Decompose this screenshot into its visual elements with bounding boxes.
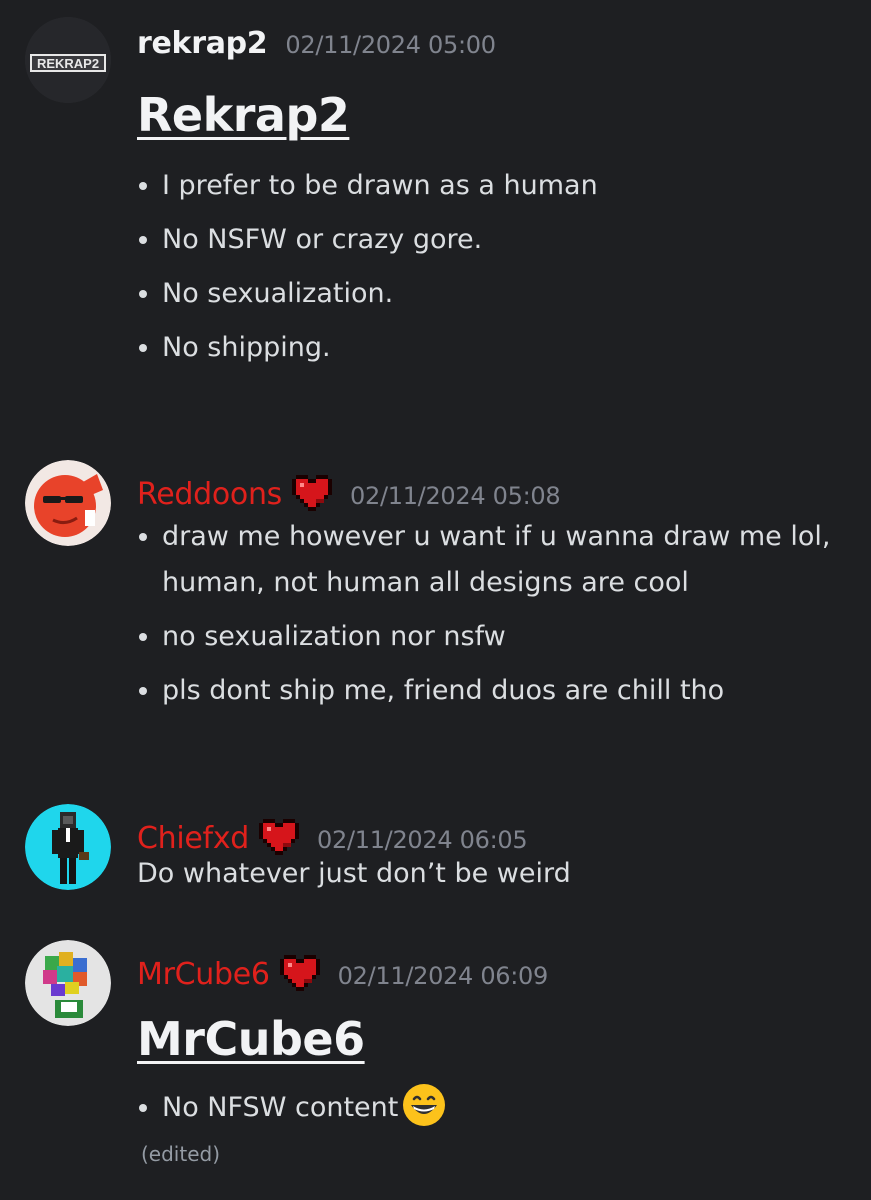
svg-text:REKRAP2: REKRAP2 — [37, 56, 99, 71]
timestamp: 02/11/2024 05:08 — [350, 482, 561, 510]
avatar[interactable] — [25, 804, 111, 890]
list-item-text: No NFSW content — [162, 1092, 399, 1123]
username[interactable]: Reddoons — [137, 477, 282, 512]
message-rekrap2: REKRAP2 rekrap2 02/11/2024 05:00 Rekrap2… — [0, 0, 871, 400]
pixel-heart-icon — [292, 475, 332, 511]
list-item: No NFSW content — [137, 1083, 837, 1131]
list-item: No sexualization. — [137, 271, 837, 317]
username[interactable]: rekrap2 — [137, 26, 268, 61]
list-item: pls dont ship me, friend duos are chill … — [137, 668, 847, 714]
username[interactable]: Chiefxd — [137, 821, 249, 856]
bullet-list: I prefer to be drawn as a human No NSFW … — [137, 163, 837, 371]
bullet-list: draw me however u want if u wanna draw m… — [137, 514, 847, 714]
list-item: I prefer to be drawn as a human — [137, 163, 837, 209]
timestamp: 02/11/2024 06:09 — [337, 962, 549, 990]
message-text: Do whatever just don’t be weird — [137, 858, 571, 889]
list-item: No shipping. — [137, 325, 837, 371]
pixel-heart-icon — [259, 819, 300, 855]
bullet-list: No NFSW content — [137, 1083, 837, 1131]
grinning-face-icon — [402, 1083, 446, 1127]
avatar[interactable] — [25, 940, 111, 1026]
edited-label: (edited) — [141, 1142, 221, 1166]
list-item: no sexualization nor nsfw — [137, 614, 847, 660]
list-item: No NSFW or crazy gore. — [137, 217, 837, 263]
avatar[interactable]: REKRAP2 — [25, 17, 111, 103]
list-item: draw me however u want if u wanna draw m… — [137, 514, 847, 606]
timestamp: 02/11/2024 06:05 — [317, 826, 528, 854]
message-heading: MrCube6 — [137, 1012, 365, 1066]
avatar[interactable] — [25, 460, 111, 546]
pixel-heart-icon — [279, 955, 320, 991]
timestamp: 02/11/2024 05:00 — [285, 31, 496, 59]
message-heading: Rekrap2 — [137, 88, 350, 142]
username[interactable]: MrCube6 — [137, 957, 270, 992]
